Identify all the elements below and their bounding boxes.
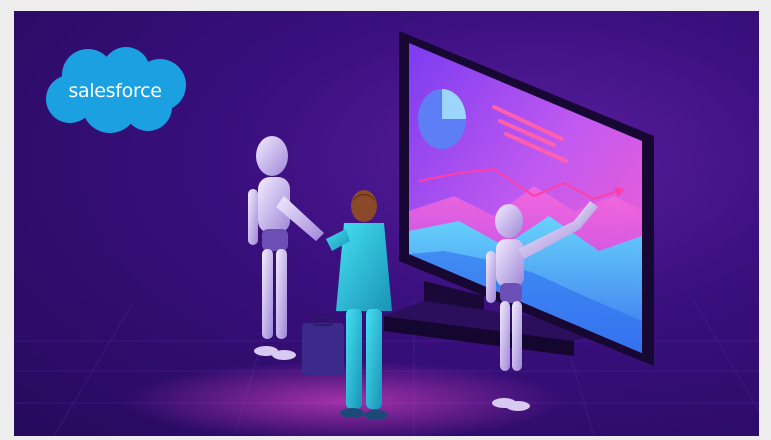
logo-text: salesforce (68, 80, 162, 102)
salesforce-logo[interactable]: salesforce (40, 39, 190, 139)
hero-illustration: salesforce (14, 11, 759, 436)
floor-glow (124, 361, 564, 436)
briefcase-icon (302, 316, 344, 375)
pie-chart-icon (418, 89, 466, 149)
